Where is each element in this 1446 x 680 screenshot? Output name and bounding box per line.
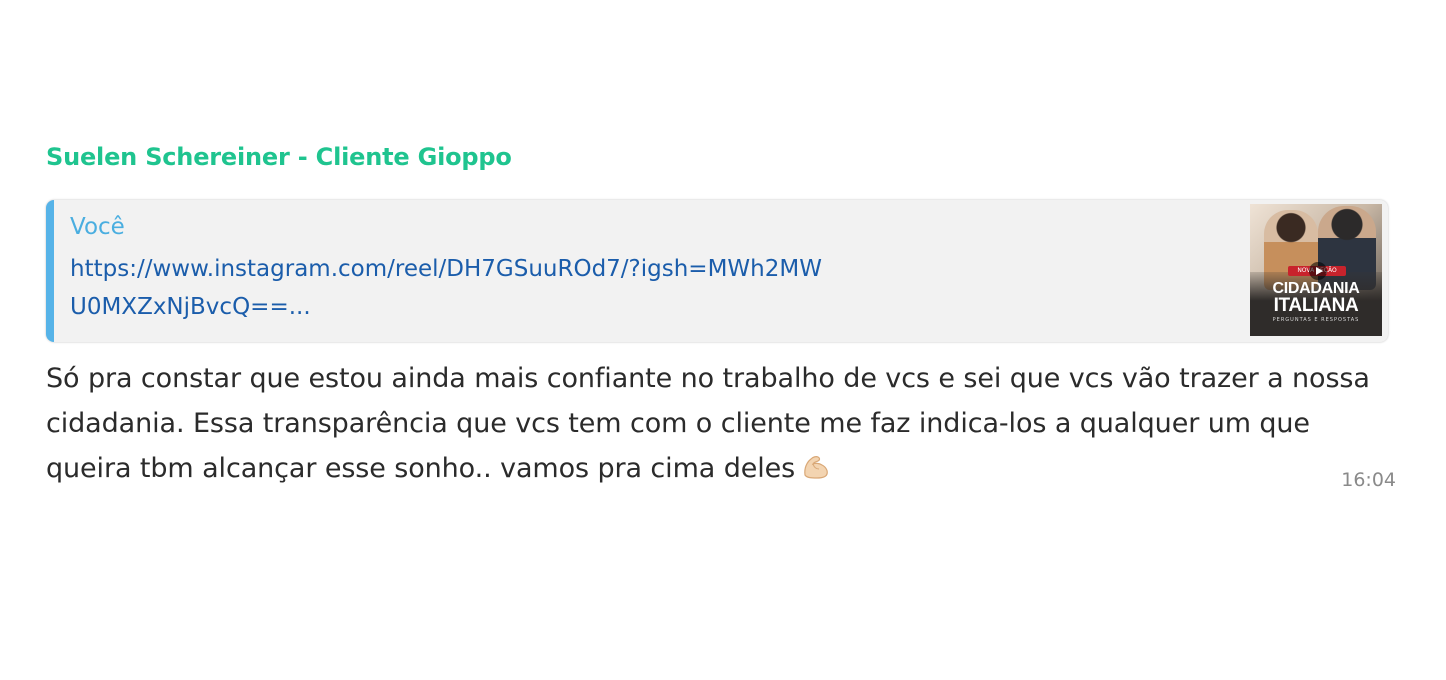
quoted-link[interactable]: https://www.instagram.com/reel/DH7GSuuRO…: [70, 250, 830, 326]
quoted-message[interactable]: Você https://www.instagram.com/reel/DH7G…: [46, 200, 1388, 342]
sender-name[interactable]: Suelen Schereiner - Cliente Gioppo: [46, 143, 512, 171]
flexed-biceps-icon: [801, 450, 831, 480]
reel-thumbnail[interactable]: NOVA SEÇÃO CIDADANIA ITALIANA PERGUNTAS …: [1250, 204, 1382, 336]
quoted-author: Você: [70, 214, 125, 240]
message-body: Só pra constar que estou ainda mais conf…: [46, 356, 1396, 491]
thumbnail-title-line2: ITALIANA: [1273, 295, 1359, 316]
message-timestamp: 16:04: [1341, 469, 1396, 491]
message-text: Só pra constar que estou ainda mais conf…: [46, 363, 1370, 484]
play-icon[interactable]: [1309, 262, 1327, 280]
thumbnail-subtitle: PERGUNTAS E RESPOSTAS: [1272, 317, 1360, 323]
